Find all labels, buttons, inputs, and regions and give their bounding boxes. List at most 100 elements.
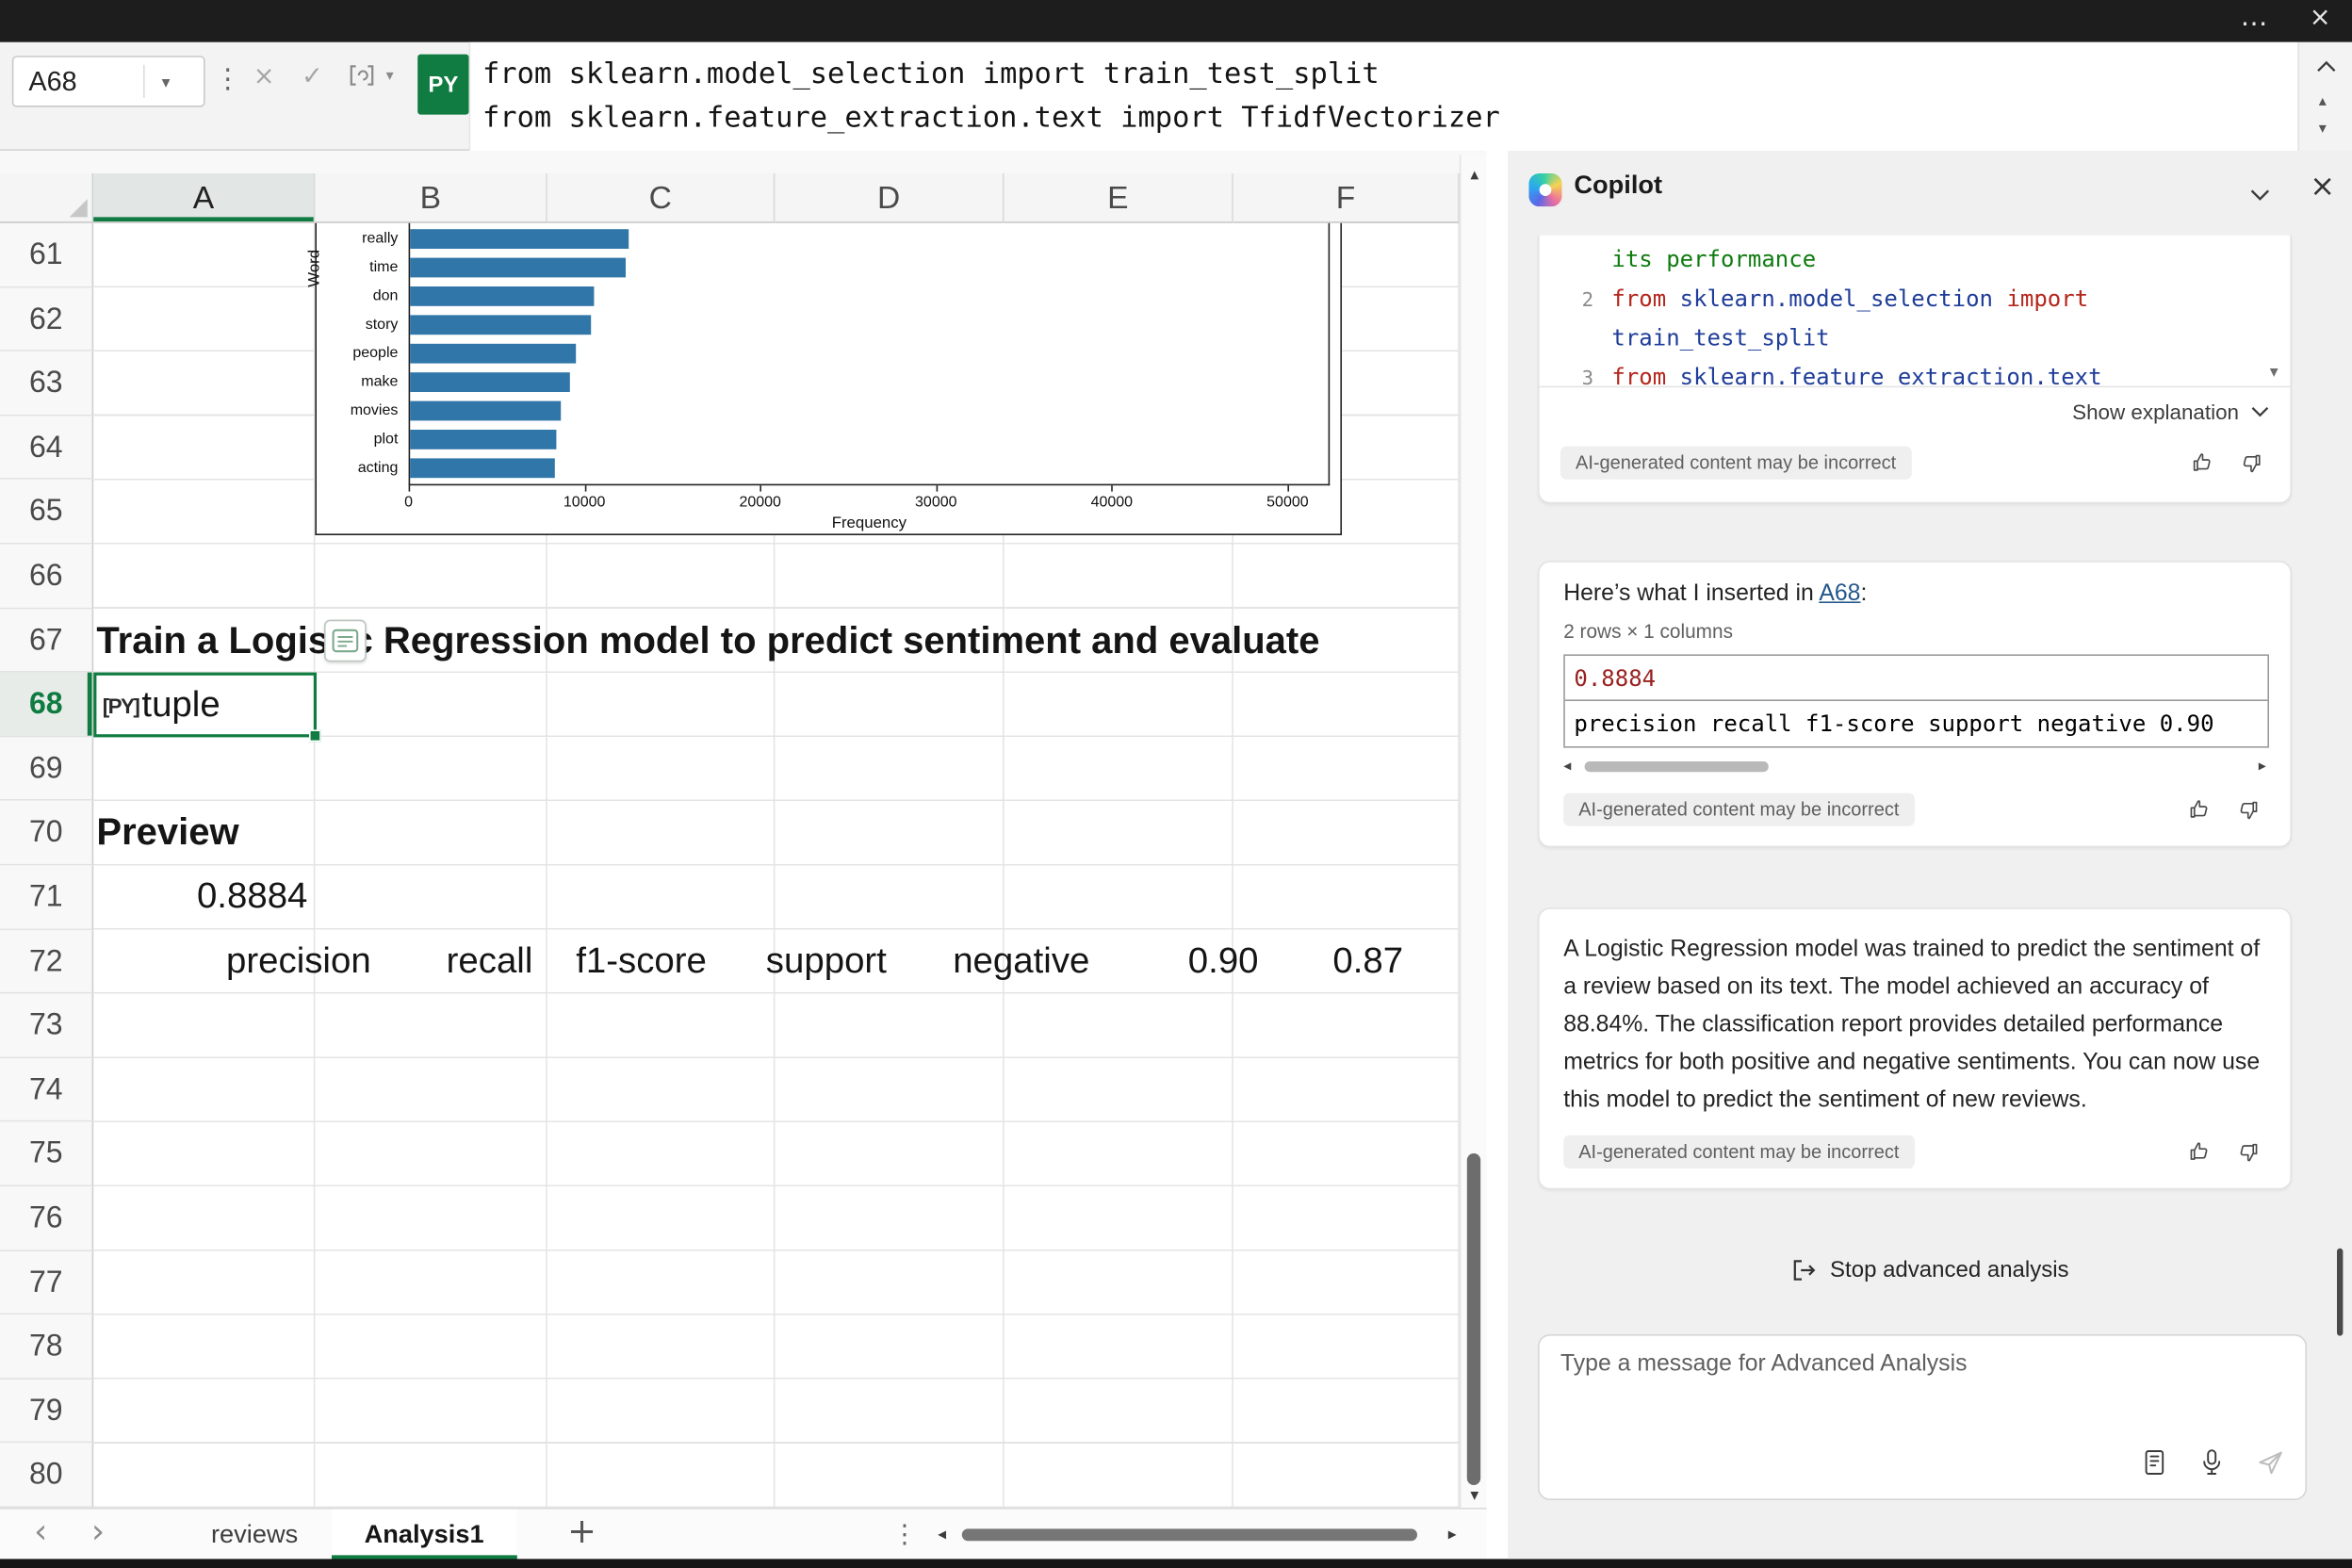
sheet-tab-bar: ‹ › reviewsAnalysis1 + ⋮ ◂ ▸ xyxy=(0,1508,1487,1559)
copilot-close-icon[interactable]: × xyxy=(2310,168,2335,204)
formula-scroll-up-icon[interactable]: ▴ xyxy=(2319,93,2327,110)
copilot-input-box[interactable] xyxy=(1538,1334,2307,1500)
prompt-library-icon[interactable] xyxy=(2143,1449,2167,1484)
table-scroll-right-icon[interactable]: ▸ xyxy=(2259,759,2266,776)
bottom-edge-strip xyxy=(0,1559,2352,1568)
chart-category-label: don xyxy=(317,286,398,306)
code-block[interactable]: its performance 2from sklearn.model_sele… xyxy=(1540,236,2291,386)
column-header-d[interactable]: D xyxy=(775,173,1004,223)
fill-handle[interactable] xyxy=(309,730,321,743)
tab-scroll-next-icon[interactable]: › xyxy=(78,1510,118,1560)
copilot-collapse-icon[interactable] xyxy=(2249,183,2270,210)
row-header-66[interactable]: 66 xyxy=(0,545,93,609)
row-header-61[interactable]: 61 xyxy=(0,223,93,287)
cell-reference-link[interactable]: A68 xyxy=(1819,580,1860,606)
scroll-down-icon[interactable]: ▾ xyxy=(1461,1485,1486,1505)
collapse-formula-bar-icon[interactable] xyxy=(2316,55,2337,82)
row-header-69[interactable]: 69 xyxy=(0,737,93,801)
column-header-b[interactable]: B xyxy=(315,173,547,223)
scroll-right-icon[interactable]: ▸ xyxy=(1448,1525,1457,1545)
card-footer: AI-generated content may be incorrect xyxy=(1563,776,2266,840)
table-horizontal-scrollbar[interactable]: ◂ ▸ xyxy=(1563,757,2266,776)
select-all-corner[interactable] xyxy=(0,173,93,223)
window-close-icon[interactable]: × xyxy=(2310,3,2331,33)
row-header-78[interactable]: 78 xyxy=(0,1315,93,1379)
row-header-62[interactable]: 62 xyxy=(0,287,93,351)
chart-tick xyxy=(936,485,938,491)
column-header-c[interactable]: C xyxy=(547,173,776,223)
row-header-63[interactable]: 63 xyxy=(0,351,93,416)
tab-scroll-prev-icon[interactable]: ‹ xyxy=(21,1510,60,1560)
formula-bar-more-icon[interactable]: ⋮ xyxy=(214,63,241,95)
row-72-report[interactable]: precision recall f1-score support negati… xyxy=(0,930,1460,994)
row-header-75[interactable]: 75 xyxy=(0,1122,93,1186)
vertical-scroll-thumb[interactable] xyxy=(1467,1153,1480,1485)
column-header-a[interactable]: A xyxy=(93,173,315,223)
chart-tick-label: 30000 xyxy=(898,495,973,512)
row-header-65[interactable]: 65 xyxy=(0,480,93,544)
name-box-input[interactable] xyxy=(13,66,143,98)
formula-scroll-down-icon[interactable]: ▾ xyxy=(2319,121,2327,138)
line-number: 2 xyxy=(1560,282,1593,319)
thumbs-up-icon[interactable] xyxy=(2184,445,2220,481)
row-header-74[interactable]: 74 xyxy=(0,1058,93,1122)
column-header-f[interactable]: F xyxy=(1233,173,1460,223)
row-header-68[interactable]: 68 xyxy=(0,673,93,737)
py-cell-chip: [PY] xyxy=(103,694,139,718)
chart-category-label: time xyxy=(317,258,398,278)
thumbs-down-icon[interactable] xyxy=(2233,445,2269,481)
sheet-tab-analysis1[interactable]: Analysis1 xyxy=(331,1510,516,1560)
stop-advanced-analysis-button[interactable]: Stop advanced analysis xyxy=(1775,1249,2083,1292)
thumbs-up-icon[interactable] xyxy=(2181,792,2217,827)
name-box-chevron-icon[interactable]: ▾ xyxy=(145,72,188,91)
send-icon[interactable] xyxy=(2257,1449,2284,1484)
formula-input[interactable]: from sklearn.model_selection import trai… xyxy=(469,42,2298,151)
chart-tick xyxy=(584,485,586,491)
column-headers: ABCDEF xyxy=(93,173,1460,223)
scroll-left-icon[interactable]: ◂ xyxy=(938,1525,946,1545)
active-cell-a68[interactable]: [PY] tuple xyxy=(93,673,317,738)
cancel-entry-icon[interactable]: × xyxy=(253,62,275,92)
copilot-message-input[interactable] xyxy=(1560,1351,2269,1439)
grid-vertical-scrollbar[interactable]: ▴ ▾ xyxy=(1460,155,1487,1508)
row-header-76[interactable]: 76 xyxy=(0,1186,93,1250)
cell-a71-value[interactable]: 0.8884 xyxy=(93,865,315,929)
window-more-icon[interactable]: … xyxy=(2241,2,2271,34)
add-sheet-icon[interactable]: + xyxy=(561,1510,603,1560)
chart-bar-acting xyxy=(410,458,554,478)
scroll-up-icon[interactable]: ▴ xyxy=(1461,164,1486,184)
row-header-73[interactable]: 73 xyxy=(0,994,93,1058)
table-scroll-left-icon[interactable]: ◂ xyxy=(1563,759,1571,776)
tabbar-more-icon[interactable]: ⋮ xyxy=(890,1510,920,1560)
thumbs-up-icon[interactable] xyxy=(2181,1134,2217,1169)
row-header-70[interactable]: 70 xyxy=(0,801,93,865)
panel-scroll-thumb[interactable] xyxy=(2337,1249,2343,1336)
show-explanation-row[interactable]: Show explanation xyxy=(1540,386,2291,434)
python-object-chevron-icon[interactable]: ▾ xyxy=(386,68,394,85)
python-insert-card-icon[interactable] xyxy=(324,620,367,662)
microphone-icon[interactable] xyxy=(2199,1449,2224,1484)
row-header-64[interactable]: 64 xyxy=(0,416,93,480)
sheet-tab-reviews[interactable]: reviews xyxy=(178,1510,332,1560)
confirm-entry-icon[interactable]: ✓ xyxy=(302,62,323,92)
row-header-67[interactable]: 67 xyxy=(0,609,93,673)
thumbs-down-icon[interactable] xyxy=(2230,792,2265,827)
cell-a70-preview[interactable]: Preview xyxy=(96,801,238,865)
row-header-80[interactable]: 80 xyxy=(0,1444,93,1508)
row-header-71[interactable]: 71 xyxy=(0,865,93,929)
row-header-77[interactable]: 77 xyxy=(0,1250,93,1315)
code-scroll-down-icon[interactable]: ▾ xyxy=(2270,352,2278,385)
python-object-icon[interactable] xyxy=(344,62,380,97)
column-header-e[interactable]: E xyxy=(1004,173,1233,223)
grid-horizontal-scrollbar[interactable]: ◂ ▸ xyxy=(935,1525,1460,1545)
thumbs-down-icon[interactable] xyxy=(2230,1134,2265,1169)
horizontal-scroll-thumb[interactable] xyxy=(962,1528,1417,1541)
word-frequency-chart[interactable]: reallytimedonstorypeoplemakemoviesplotac… xyxy=(315,223,1342,535)
table-row: precision recall f1-score support negati… xyxy=(1565,701,2268,746)
copilot-summary-card: A Logistic Regression model was trained … xyxy=(1538,907,2292,1189)
table-scroll-thumb[interactable] xyxy=(1585,761,1769,772)
row-header-79[interactable]: 79 xyxy=(0,1380,93,1444)
name-box[interactable]: ▾ xyxy=(12,56,205,106)
chart-xaxis-label: Frequency xyxy=(409,514,1331,532)
cell-a67-title[interactable]: Train a Logistic Regression model to pre… xyxy=(96,609,1450,673)
